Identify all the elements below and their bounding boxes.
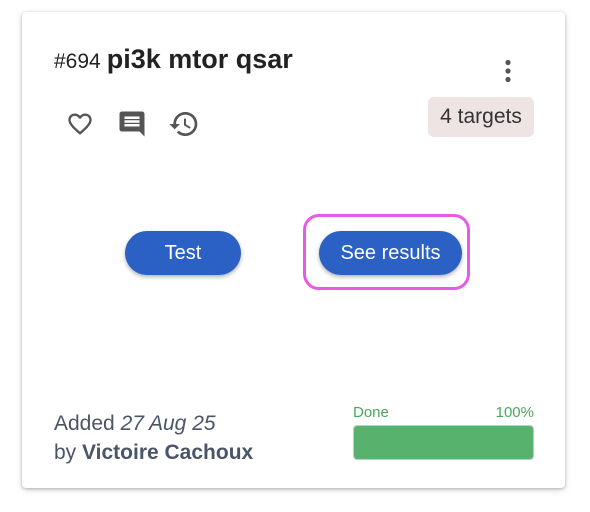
targets-badge: 4 targets bbox=[428, 97, 534, 137]
comment-icon bbox=[119, 111, 145, 137]
progress-bar bbox=[353, 425, 534, 460]
more-options-button[interactable] bbox=[496, 56, 520, 86]
see-results-button[interactable]: See results bbox=[319, 231, 462, 275]
comments-button[interactable] bbox=[116, 108, 148, 140]
project-id: #694 bbox=[54, 50, 101, 73]
progress-labels: Done 100% bbox=[353, 404, 534, 422]
progress-fill bbox=[354, 426, 533, 459]
author-name: Victoire Cachoux bbox=[82, 441, 254, 464]
card-title: #694 pi3k mtor qsar bbox=[54, 44, 293, 78]
by-prefix: by bbox=[54, 441, 77, 464]
more-vertical-icon bbox=[505, 59, 511, 83]
added-author-line: by Victoire Cachoux bbox=[54, 438, 253, 467]
added-info: Added 27 Aug 25 by Victoire Cachoux bbox=[54, 409, 253, 467]
progress-status: Done bbox=[353, 404, 389, 421]
heart-outline-icon bbox=[68, 113, 92, 135]
added-date-line: Added 27 Aug 25 bbox=[54, 409, 253, 438]
added-date: 27 Aug 25 bbox=[120, 412, 216, 435]
project-card: #694 pi3k mtor qsar 4 targets Test See r… bbox=[22, 12, 565, 488]
history-button[interactable] bbox=[168, 108, 200, 140]
history-icon bbox=[169, 112, 198, 136]
progress-section: Done 100% bbox=[353, 404, 534, 460]
favorite-button[interactable] bbox=[64, 108, 96, 140]
test-button[interactable]: Test bbox=[125, 231, 241, 275]
project-name: pi3k mtor qsar bbox=[106, 44, 293, 74]
progress-percent: 100% bbox=[495, 404, 534, 421]
card-actions bbox=[64, 108, 220, 140]
added-prefix: Added bbox=[54, 412, 115, 435]
